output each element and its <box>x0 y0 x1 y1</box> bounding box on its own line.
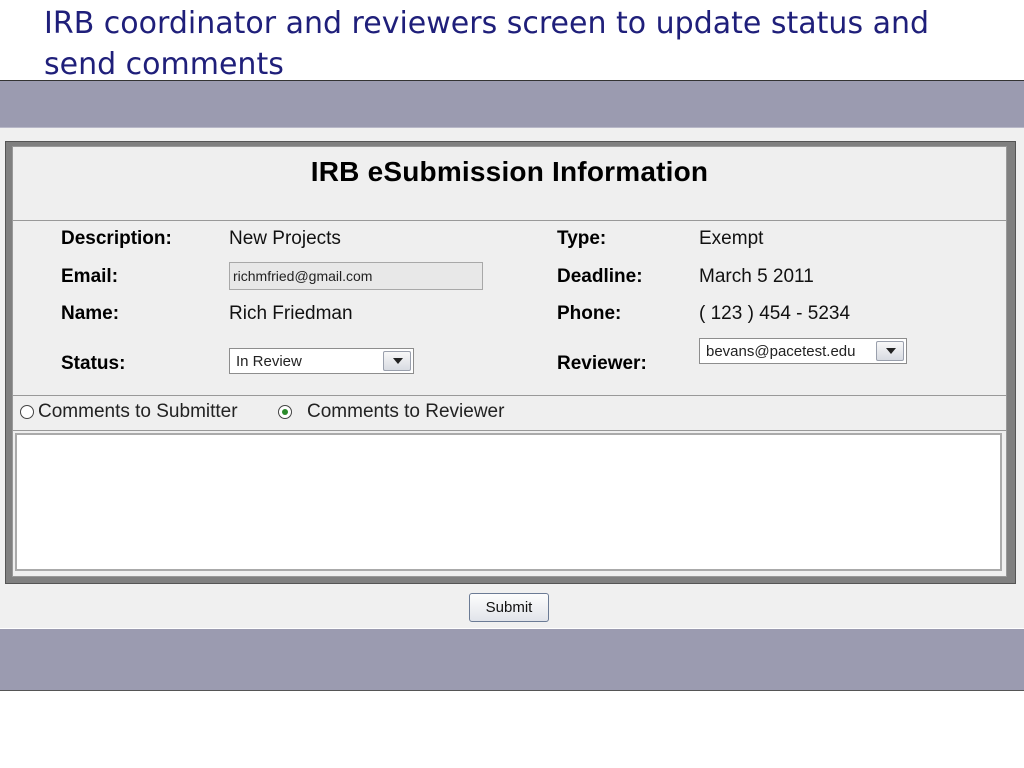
reviewer-select[interactable]: bevans@pacetest.edu <box>699 338 907 364</box>
submit-button[interactable]: Submit <box>469 593 549 622</box>
bottom-band <box>0 629 1024 691</box>
type-value: Exempt <box>699 228 764 249</box>
reviewer-selected-value: bevans@pacetest.edu <box>706 343 856 360</box>
panel-title: IRB eSubmission Information <box>310 156 709 187</box>
status-label: Status: <box>61 353 126 374</box>
chevron-down-icon[interactable] <box>876 341 904 361</box>
description-value: New Projects <box>229 228 341 249</box>
name-value: Rich Friedman <box>229 303 353 324</box>
email-label: Email: <box>61 266 119 287</box>
phone-label: Phone: <box>557 303 622 324</box>
reviewer-label: Reviewer: <box>557 353 647 374</box>
submission-panel: IRB eSubmission Information Description:… <box>5 141 1016 584</box>
comments-to-submitter-label[interactable]: Comments to Submitter <box>38 401 238 423</box>
comments-to-reviewer-label[interactable]: Comments to Reviewer <box>307 401 504 423</box>
name-label: Name: <box>61 303 120 324</box>
status-select[interactable]: In Review <box>229 348 414 374</box>
info-area: Description: New Projects Email: richmfr… <box>13 221 1006 396</box>
comments-textarea[interactable] <box>15 433 1002 571</box>
submission-panel-inner: IRB eSubmission Information Description:… <box>12 146 1007 577</box>
deadline-value: March 5 2011 <box>699 266 814 287</box>
type-label: Type: <box>557 228 607 249</box>
phone-value: ( 123 ) 454 - 5234 <box>699 303 851 324</box>
chevron-down-icon[interactable] <box>383 351 411 371</box>
panel-header: IRB eSubmission Information <box>13 147 1006 221</box>
email-field[interactable]: richmfried@gmail.com <box>229 262 483 290</box>
comment-target-options: Comments to Submitter Comments to Review… <box>13 396 1006 431</box>
status-selected-value: In Review <box>236 353 302 370</box>
radio-comments-to-reviewer[interactable] <box>278 405 292 419</box>
top-band <box>0 81 1024 128</box>
deadline-label: Deadline: <box>557 266 643 287</box>
radio-comments-to-submitter[interactable] <box>20 405 34 419</box>
description-label: Description: <box>61 228 172 249</box>
slide-title: IRB coordinator and reviewers screen to … <box>44 6 930 82</box>
